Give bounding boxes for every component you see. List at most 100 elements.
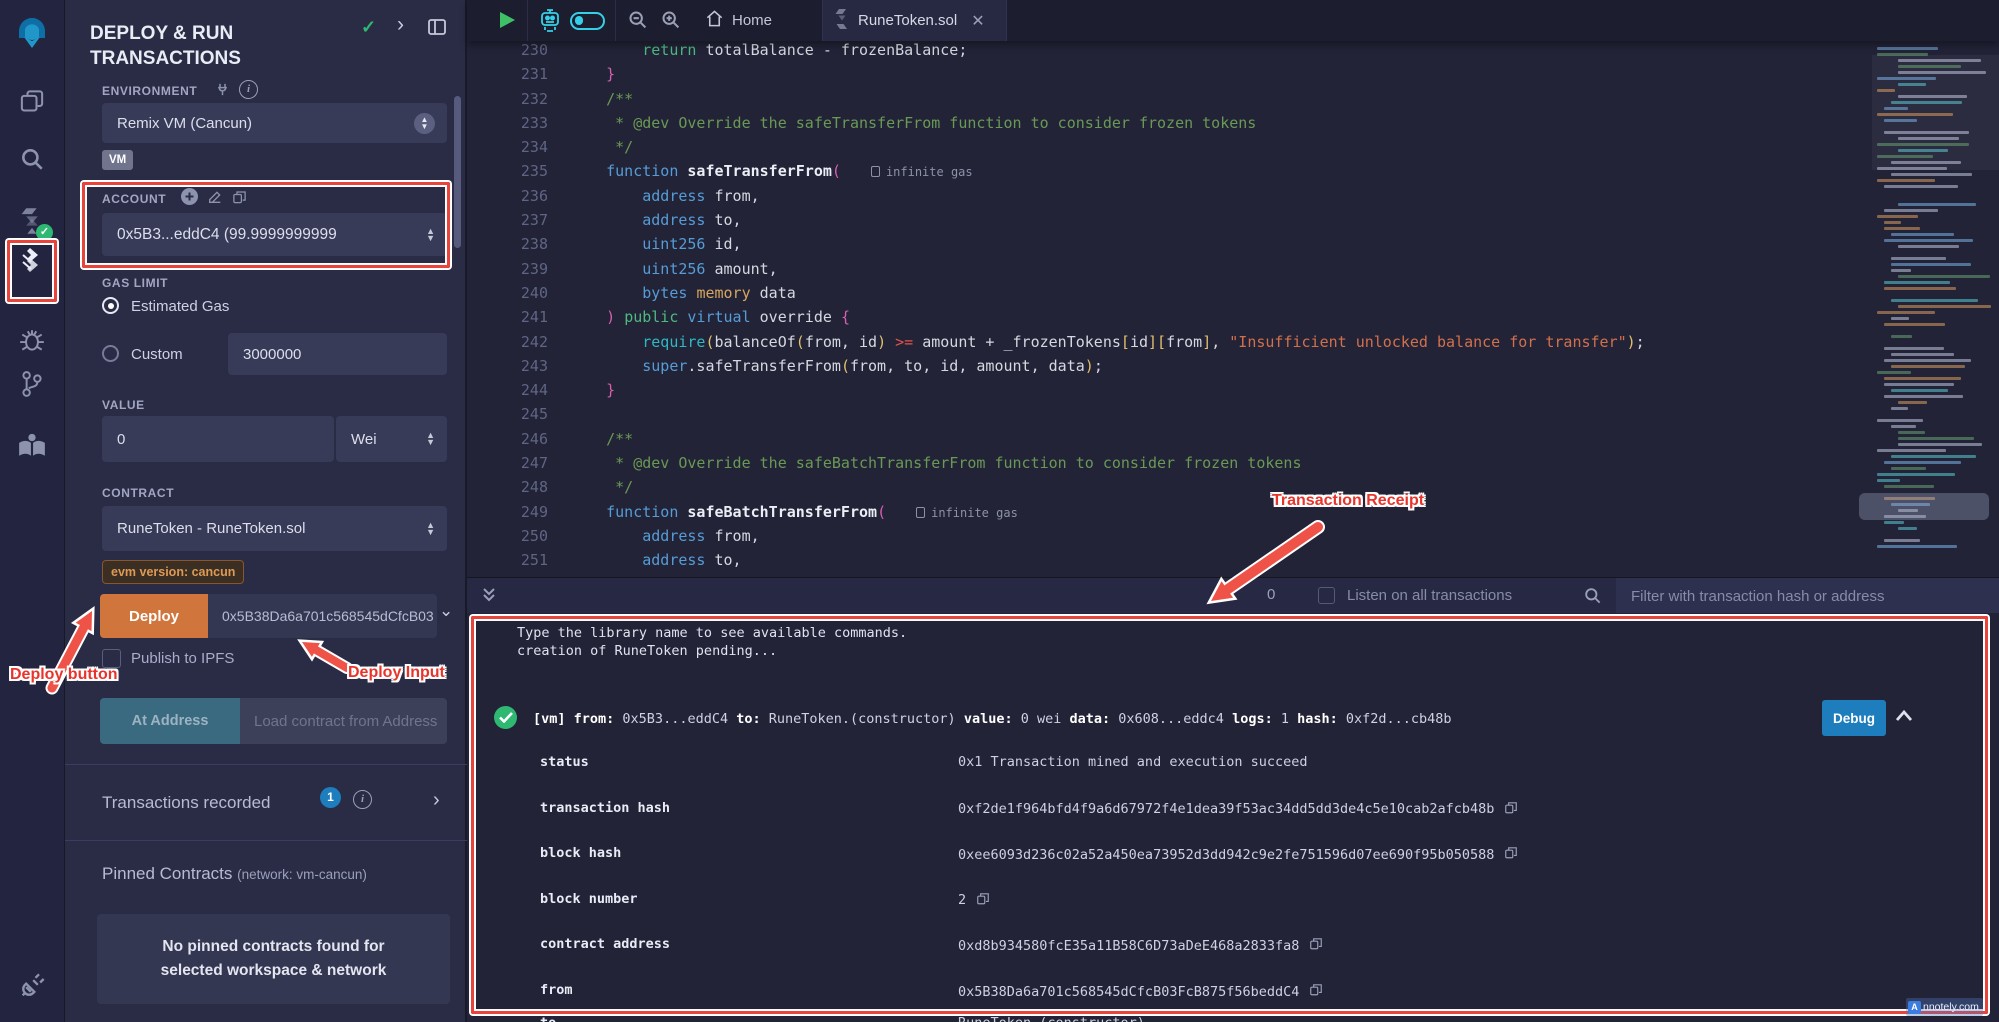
deploy-expand-icon[interactable]: ⌄ (439, 601, 453, 621)
estimated-gas-radio[interactable] (102, 297, 119, 314)
expand-terminal-icon[interactable] (480, 585, 498, 610)
terminal-log-line: creation of RuneToken pending... (517, 643, 777, 661)
at-address-button[interactable]: At Address (100, 698, 240, 744)
transactions-count-badge: 1 (320, 787, 341, 808)
collapse-receipt-icon[interactable] (1895, 709, 1913, 726)
code-line: 234 */ (467, 135, 1859, 159)
transaction-count: 0 (1267, 586, 1275, 603)
copy-icon[interactable] (1309, 936, 1323, 955)
code-line: 242 require(balanceOf(from, id) >= amoun… (467, 330, 1859, 354)
divider (65, 764, 467, 765)
ai-toggle[interactable] (570, 12, 605, 30)
remix-logo-icon[interactable] (11, 10, 53, 52)
transaction-filter-input[interactable] (1616, 578, 1999, 614)
transactions-info-icon[interactable]: i (353, 789, 372, 809)
code-line: 249 function safeBatchTransferFrom(infin… (467, 500, 1859, 524)
add-account-icon[interactable] (181, 188, 198, 210)
copy-icon[interactable] (1309, 982, 1323, 1001)
contract-label: CONTRACT (102, 486, 174, 500)
receipt-row: block number2 (467, 891, 1999, 911)
copy-icon[interactable] (1504, 845, 1518, 864)
listen-all-label[interactable]: Listen on all transactions (1347, 587, 1512, 604)
source-control-icon[interactable] (19, 370, 45, 398)
code-line: 245 (467, 402, 1859, 426)
pinned-contracts-label: Pinned Contracts (network: vm-cancun) (102, 864, 367, 884)
solidity-file-icon (835, 9, 849, 33)
vm-badge: VM (102, 150, 133, 170)
terminal-search-icon (1583, 586, 1602, 610)
value-input[interactable] (102, 416, 334, 462)
copy-icon[interactable] (976, 891, 990, 910)
panel-scrollbar[interactable] (454, 96, 461, 248)
debugger-icon[interactable] (18, 328, 46, 354)
deploy-run-icon[interactable] (17, 244, 47, 274)
terminal-log-line: Type the library name to see available c… (517, 625, 907, 643)
icon-rail: ✓ (0, 0, 65, 1022)
panel-layout-icon[interactable] (427, 17, 447, 42)
listen-all-checkbox[interactable] (1318, 587, 1335, 604)
deploy-input[interactable] (208, 594, 437, 638)
terminal-output[interactable]: Type the library name to see available c… (467, 613, 1999, 1022)
code-line: 237 address to, (467, 208, 1859, 232)
account-stepper-icon: ▲▼ (426, 228, 435, 242)
at-address-input[interactable] (240, 698, 447, 744)
contract-select[interactable]: RuneToken - RuneToken.sol ▲▼ (102, 506, 447, 551)
copy-icon[interactable] (1504, 800, 1518, 819)
code-line: 250 address from, (467, 524, 1859, 548)
tab-runetoken-sol[interactable]: RuneToken.sol ✕ (822, 0, 1007, 41)
plug-icon[interactable] (18, 972, 46, 1000)
file-explorer-icon[interactable] (19, 88, 46, 115)
transactions-expand-icon[interactable]: › (433, 789, 440, 812)
value-label: VALUE (102, 398, 145, 412)
run-script-icon[interactable] (500, 12, 515, 28)
receipt-row: contract address0xd8b934580fcE35a11B58C6… (467, 936, 1999, 956)
solidity-compiler-icon[interactable]: ✓ (18, 206, 46, 236)
publish-ipfs-label[interactable]: Publish to IPFS (131, 650, 234, 667)
tab-home[interactable]: Home (695, 0, 782, 41)
estimated-gas-option[interactable]: Estimated Gas (131, 298, 229, 315)
code-line: 240 bytes memory data (467, 281, 1859, 305)
receipt-row: transaction hash0xf2de1f964bfd4f9a6d6797… (467, 800, 1999, 820)
edit-account-icon[interactable] (207, 189, 223, 210)
close-tab-icon[interactable]: ✕ (971, 11, 984, 31)
custom-gas-option[interactable]: Custom (131, 346, 183, 363)
environment-info-icon[interactable]: i (239, 80, 258, 99)
remix-ide-window: ✓ DEPLOY & RUN TRANSACTI (0, 0, 1999, 1022)
panel-check-icon: ✓ (361, 17, 376, 38)
copy-account-icon[interactable] (232, 189, 247, 210)
annotely-watermark: Annotely.com (1906, 998, 1983, 1016)
code-line: 238 uint256 id, (467, 232, 1859, 256)
search-icon[interactable] (19, 146, 45, 172)
zoom-in-icon[interactable] (660, 9, 681, 35)
environment-plug-icon[interactable]: i (215, 80, 258, 99)
publish-ipfs-checkbox[interactable] (102, 649, 121, 668)
code-editor[interactable]: 230 return totalBalance - frozenBalance;… (467, 41, 1999, 577)
deploy-button[interactable]: Deploy (100, 594, 208, 638)
receipt-row: from0x5B38Da6a701c568545dCfcB03FcB875f56… (467, 982, 1999, 1002)
code-line: 233 * @dev Override the safeTransferFrom… (467, 111, 1859, 135)
deploy-run-panel: DEPLOY & RUN TRANSACTIONS ✓ › ENVIRONMEN… (65, 0, 467, 1022)
environment-select[interactable]: Remix VM (Cancun) ▲▼ (102, 103, 447, 143)
tx-summary[interactable]: [vm] from: 0x5B3...eddC4 to: RuneToken.(… (533, 711, 1452, 727)
panel-collapse-icon[interactable]: › (397, 13, 404, 37)
code-line: 231 } (467, 62, 1859, 86)
ai-assistant-icon[interactable] (538, 7, 562, 38)
unit-stepper-icon: ▲▼ (426, 432, 435, 446)
account-select[interactable]: 0x5B3...eddC4 (99.9999999999 ▲▼ (102, 213, 447, 256)
zoom-out-icon[interactable] (627, 9, 648, 35)
home-icon (705, 9, 724, 32)
code-line: 246 /** (467, 427, 1859, 451)
pinned-empty-box: No pinned contracts found for selected w… (97, 914, 450, 1004)
compile-success-badge: ✓ (36, 224, 53, 241)
plugin-manager-icon[interactable] (17, 432, 47, 458)
value-unit-select[interactable]: Wei ▲▼ (336, 416, 447, 462)
code-line: 247 * @dev Override the safeBatchTransfe… (467, 451, 1859, 475)
editor-topbar: Home RuneToken.sol ✕ (467, 0, 1999, 41)
code-line: 232 /** (467, 87, 1859, 111)
minimap-widget (1859, 493, 1989, 520)
debug-button[interactable]: Debug (1822, 700, 1886, 736)
custom-gas-radio[interactable] (102, 345, 119, 362)
custom-gas-input[interactable] (228, 333, 447, 375)
gas-estimate-annotation: infinite gas (916, 506, 1018, 520)
code-line: 241 ) public virtual override { (467, 305, 1859, 329)
